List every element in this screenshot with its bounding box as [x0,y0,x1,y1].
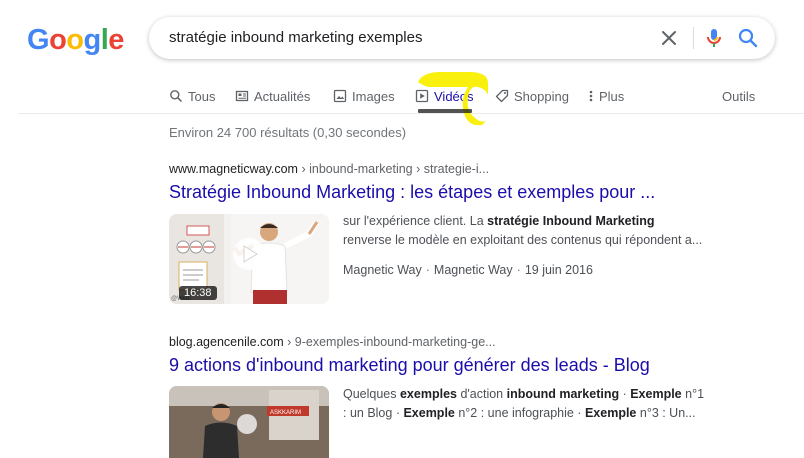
search-box[interactable]: stratégie inbound marketing exemples [149,17,775,59]
search-input[interactable]: stratégie inbound marketing exemples [169,29,422,46]
snippet-bold: inbound marketing [506,387,620,401]
result-url[interactable]: www.magneticway.com › inbound-marketing … [169,162,489,176]
google-logo[interactable]: Google [27,24,124,56]
snippet-text: n°3 : Un... [636,406,696,420]
tab-outils[interactable]: Outils [722,86,755,106]
logo-letter: l [100,24,109,56]
tab-plus[interactable]: Plus [588,86,624,106]
video-meta: Magnetic Way · Magnetic Way · 19 juin 2016 [343,263,593,277]
snippet-text: renverse le modèle en exploitant des con… [343,233,703,247]
logo-letter: o [66,24,84,56]
tab-videos[interactable]: Vidéos [415,86,474,106]
tab-label: Outils [722,88,756,104]
tab-actualites[interactable]: Actualités [235,86,310,106]
microphone-icon[interactable] [702,26,726,50]
video-icon [415,89,429,103]
snippet-text: Quelques [343,387,400,401]
search-tabs: Tous Actualités Images Vidéos Shopping P… [0,84,804,112]
tab-images[interactable]: Images [333,86,395,106]
tab-tous[interactable]: Tous [169,86,215,106]
result-snippet: sur l'expérience client. La stratégie In… [343,212,715,250]
snippet-bold: Exemple [403,406,455,420]
tab-label: Plus [599,88,625,104]
video-duration: 16:38 [179,286,217,300]
tag-icon [495,89,509,103]
snippet-text: n°2 : une infographie · [454,406,585,420]
logo-letter: G [27,24,50,56]
video-thumbnail[interactable]: ASKKARIM [169,386,329,458]
snippet-text: · [619,387,631,401]
tab-label: Vidéos [434,88,474,104]
result-title[interactable]: 9 actions d'inbound marketing pour génér… [169,355,650,376]
logo-letter: o [49,24,67,56]
result-path: › inbound-marketing › strategie-i... [297,162,490,176]
snippet-text: n°1 [681,387,705,401]
result-domain: www.magneticway.com [169,162,298,176]
tab-shopping[interactable]: Shopping [495,86,569,106]
result-title[interactable]: Stratégie Inbound Marketing : les étapes… [169,182,655,203]
video-thumbnail[interactable]: @Webi 16:38 [169,214,329,304]
news-icon [235,90,249,102]
snippet-text: d'action [456,387,507,401]
more-vert-icon [589,90,593,102]
result-domain: blog.agencenile.com [169,335,284,349]
result-url[interactable]: blog.agencenile.com › 9-exemples-inbound… [169,335,496,349]
result-snippet: Quelques exemples d'action inbound marke… [343,385,715,423]
snippet-bold: exemples [399,387,457,401]
snippet-bold: Exemple [584,406,637,420]
snippet-bold: stratégie Inbound Marketing [487,214,655,228]
snippet-bold: Exemple [630,387,682,401]
image-icon [333,89,347,103]
result-path: › 9-exemples-inbound-marketing-ge... [283,335,496,349]
snippet-text: sur l'expérience client. La [343,214,488,228]
tab-label: Shopping [514,88,569,104]
clear-icon[interactable] [657,26,681,50]
logo-letter: e [108,24,124,56]
video-source: Magnetic Way [343,263,422,277]
search-icon[interactable] [736,26,760,50]
search-divider [693,27,694,49]
tabs-divider [18,113,804,114]
svg-text:ASKKARIM: ASKKARIM [270,410,301,416]
search-icon [170,90,183,103]
tab-label: Images [352,88,395,104]
video-author: Magnetic Way [433,263,513,277]
snippet-text: : un Blog · [343,406,404,420]
video-date: 19 juin 2016 [524,263,593,277]
search-results-page: Google stratégie inbound marketing exemp… [0,0,804,458]
logo-letter: g [83,24,102,56]
tab-label: Tous [188,88,216,104]
tab-label: Actualités [254,88,311,104]
result-stats: Environ 24 700 résultats (0,30 secondes) [169,125,407,140]
video-thumbnail-image: ASKKARIM [169,386,329,458]
